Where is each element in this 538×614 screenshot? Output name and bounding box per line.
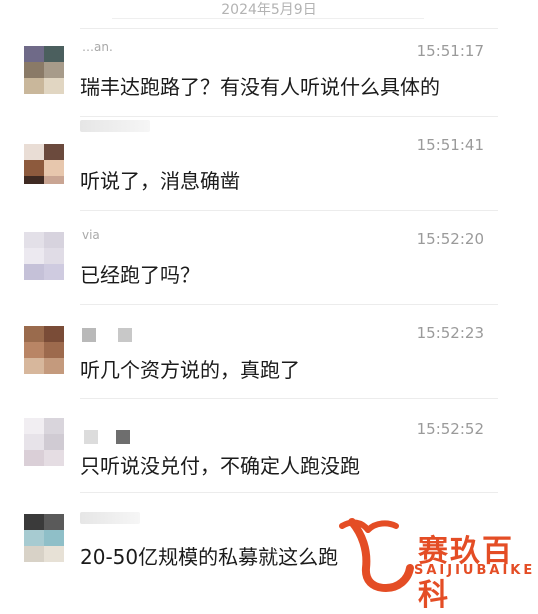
message-separator [80,116,498,117]
sender-name: via [82,228,100,242]
message-text[interactable]: 听几个资方说的，真跑了 [80,354,300,383]
sender-name-redacted [84,430,98,444]
message-text[interactable]: 瑞丰达跑路了？有没有人听说什么具体的 [80,71,440,100]
date-label: 2024年5月9日 [221,2,317,18]
message-separator [80,210,498,211]
sender-name-redacted [116,430,130,444]
avatar[interactable] [24,144,64,184]
avatar[interactable] [24,46,64,94]
message-separator [80,28,498,29]
sender-name-redacted [80,512,140,524]
message-time: 15:51:17 [416,42,484,60]
avatar[interactable] [24,326,64,374]
message-separator [80,398,498,399]
message-separator [80,492,498,493]
message-separator [80,304,498,305]
message-text[interactable]: 只听说没兑付，不确定人跑没跑 [80,450,360,479]
sender-name-redacted [80,120,150,132]
whale-tail-icon [348,518,414,593]
sender-name-redacted [118,328,132,342]
message-text[interactable]: 20-50亿规模的私募就这么跑 [80,541,338,570]
avatar[interactable] [24,514,64,562]
message-time: 15:52:52 [416,420,484,438]
sender-name: …an. [82,40,113,54]
avatar[interactable] [24,418,64,466]
message-time: 15:52:20 [416,230,484,248]
watermark-subtitle: SAIJIUBAIKE [414,563,536,578]
message-time: 15:51:41 [416,136,484,154]
message-text[interactable]: 已经跑了吗？ [80,259,200,288]
avatar[interactable] [24,232,64,280]
sender-name-redacted [82,328,96,342]
message-text[interactable]: 听说了，消息确凿 [80,165,240,194]
message-time: 15:52:23 [416,324,484,342]
